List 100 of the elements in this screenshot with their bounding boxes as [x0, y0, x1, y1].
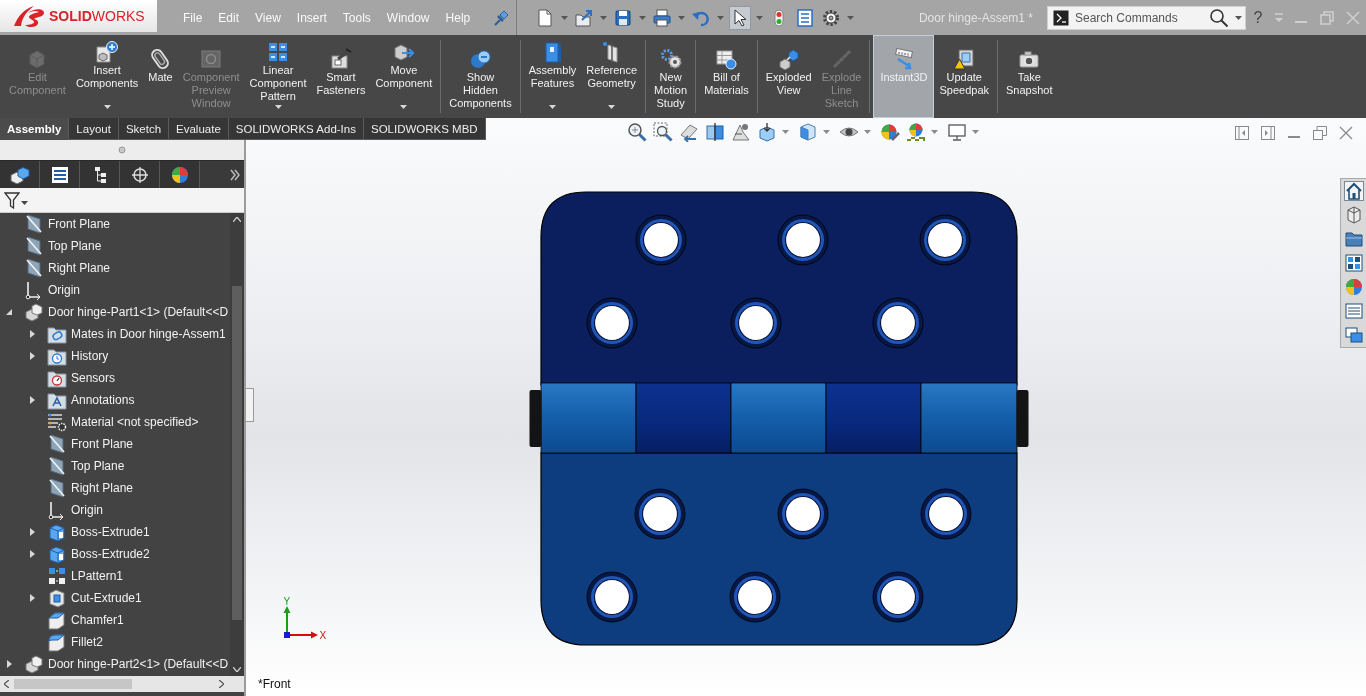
tree-item[interactable]: Origin	[0, 499, 230, 521]
caret-icon[interactable]	[5, 660, 13, 668]
shaded-cube-icon[interactable]	[798, 122, 818, 142]
previous-view-icon[interactable]	[679, 122, 699, 142]
ribbon-button[interactable]: Smart Fasteners	[311, 35, 371, 118]
tree-item[interactable]: Top Plane	[0, 455, 230, 477]
pyramid-icon[interactable]	[731, 122, 751, 142]
panel-right-icon[interactable]	[1260, 125, 1276, 141]
tree-item[interactable]: History	[0, 345, 230, 367]
tab[interactable]: SOLIDWORKS Add-Ins	[228, 118, 364, 140]
tree-item[interactable]: Material <not specified>	[0, 411, 230, 433]
ribbon-button[interactable]: Insert Components	[70, 35, 144, 118]
tree-item[interactable]: Fillet2	[0, 631, 230, 653]
panel-tab[interactable]	[160, 161, 200, 188]
tab[interactable]: Layout	[69, 118, 119, 140]
view-palette-icon[interactable]	[1343, 253, 1364, 273]
tree-item[interactable]: Right Plane	[0, 257, 230, 279]
close-icon[interactable]	[1338, 125, 1354, 141]
tree-item[interactable]: Door hinge-Part2<1> (Default<<D	[0, 653, 230, 675]
screw-hole	[634, 488, 686, 540]
panel-left-icon[interactable]	[1234, 125, 1250, 141]
ribbon-button[interactable]: Mate	[143, 35, 178, 118]
splitter-handle[interactable]	[246, 388, 254, 422]
color-ball-icon[interactable]	[1343, 277, 1364, 297]
tree-item[interactable]: Sensors	[0, 367, 230, 389]
tree-item[interactable]: Cut-Extrude1	[0, 587, 230, 609]
caret-icon[interactable]	[28, 330, 36, 338]
caret-icon[interactable]	[5, 308, 13, 316]
caret-icon[interactable]	[28, 528, 36, 536]
collapse-handle-icon[interactable]	[118, 146, 126, 154]
tree-item[interactable]: LPattern1	[0, 565, 230, 587]
zoom-fit-icon[interactable]	[627, 122, 647, 142]
tree-item[interactable]: Top Plane	[0, 235, 230, 257]
window-stack-icon[interactable]	[1343, 325, 1364, 345]
zoom-area-icon[interactable]	[653, 122, 673, 142]
ribbon-button[interactable]: Linear Component Pattern	[244, 35, 312, 118]
ribbon-button[interactable]: Assembly Features	[523, 35, 582, 118]
tree-item[interactable]: Annotations	[0, 389, 230, 411]
tab[interactable]: SOLIDWORKS MBD	[363, 118, 486, 140]
tree-item[interactable]: Front Plane	[0, 213, 230, 235]
ribbon-button[interactable]: Bill of Materials	[699, 35, 754, 118]
section-view-icon[interactable]	[705, 122, 725, 142]
search-box[interactable]: Search Commands	[1047, 5, 1246, 30]
caret-icon[interactable]	[28, 594, 36, 602]
panel-tab[interactable]	[40, 161, 80, 188]
chevron-icon[interactable]	[229, 167, 241, 182]
search-field[interactable]: Search Commands	[1075, 10, 1203, 25]
tab[interactable]: Sketch	[118, 118, 170, 140]
caret-icon[interactable]	[1235, 15, 1242, 20]
scrollbar[interactable]	[230, 213, 244, 676]
scroll-up-icon[interactable]	[233, 217, 241, 222]
tree-item[interactable]: Right Plane	[0, 477, 230, 499]
caret-icon[interactable]	[28, 550, 36, 558]
restore-icon[interactable]	[1312, 125, 1328, 141]
tree-item[interactable]: Origin	[0, 279, 230, 301]
caret-icon[interactable]	[28, 352, 36, 360]
tree-item[interactable]: Mates in Door hinge-Assem1	[0, 323, 230, 345]
ribbon-button[interactable]: Take Snapshot	[1001, 35, 1058, 118]
color-ball-pencil-icon[interactable]	[880, 122, 900, 142]
ribbon-button[interactable]: Reference Geometry	[581, 35, 643, 118]
panel-tab[interactable]	[120, 161, 160, 188]
caret-icon[interactable]	[28, 396, 36, 404]
search-icon[interactable]	[1209, 7, 1229, 28]
pin-icon[interactable]	[493, 9, 510, 26]
scroll-right-icon[interactable]	[219, 680, 224, 688]
scene-icon[interactable]	[906, 122, 926, 142]
tree-item[interactable]: Boss-Extrude2	[0, 543, 230, 565]
tree-item[interactable]: Chamfer1	[0, 609, 230, 631]
tree-item[interactable]: Door hinge-Part1<1> (Default<<D	[0, 301, 230, 323]
ribbon-button[interactable]: Move Component	[370, 35, 438, 118]
home-icon[interactable]	[1343, 181, 1364, 201]
gears-icon	[659, 48, 682, 70]
scroll-left-icon[interactable]	[4, 680, 9, 688]
property-list-icon[interactable]	[1343, 301, 1364, 321]
help-button[interactable]: ?	[1246, 8, 1270, 27]
tree-item[interactable]: Boss-Extrude1	[0, 521, 230, 543]
tree-item[interactable]: Front Plane	[0, 433, 230, 455]
filter-icon[interactable]	[4, 191, 20, 209]
view-orientation-icon[interactable]	[757, 122, 777, 142]
tab[interactable]: Assembly	[0, 118, 70, 140]
caret-icon[interactable]	[21, 201, 28, 205]
toolbar-button[interactable]	[729, 5, 752, 30]
folder-icon[interactable]	[1343, 229, 1364, 249]
table-icon	[715, 48, 738, 70]
scrollbar-thumb[interactable]	[232, 286, 242, 620]
panel-tab[interactable]	[0, 161, 40, 188]
ribbon-button[interactable]: Show Hidden Components	[444, 35, 517, 118]
screw-hole	[586, 571, 638, 623]
scrollbar[interactable]	[0, 676, 244, 692]
screw-hole	[730, 297, 782, 349]
diagonal-line-icon	[830, 48, 853, 70]
tab[interactable]: Evaluate	[169, 118, 229, 140]
monitor-icon[interactable]	[947, 122, 967, 142]
hinge-pin-end	[529, 390, 542, 447]
scroll-down-icon[interactable]	[233, 667, 241, 672]
ribbon-button[interactable]: Update Speedpak	[934, 35, 995, 118]
panel-tab[interactable]	[80, 161, 120, 188]
scrollbar-thumb[interactable]	[14, 679, 132, 689]
ribbon-button[interactable]: Exploded View	[760, 35, 817, 118]
ribbon-button[interactable]: New Motion Study	[649, 35, 693, 118]
